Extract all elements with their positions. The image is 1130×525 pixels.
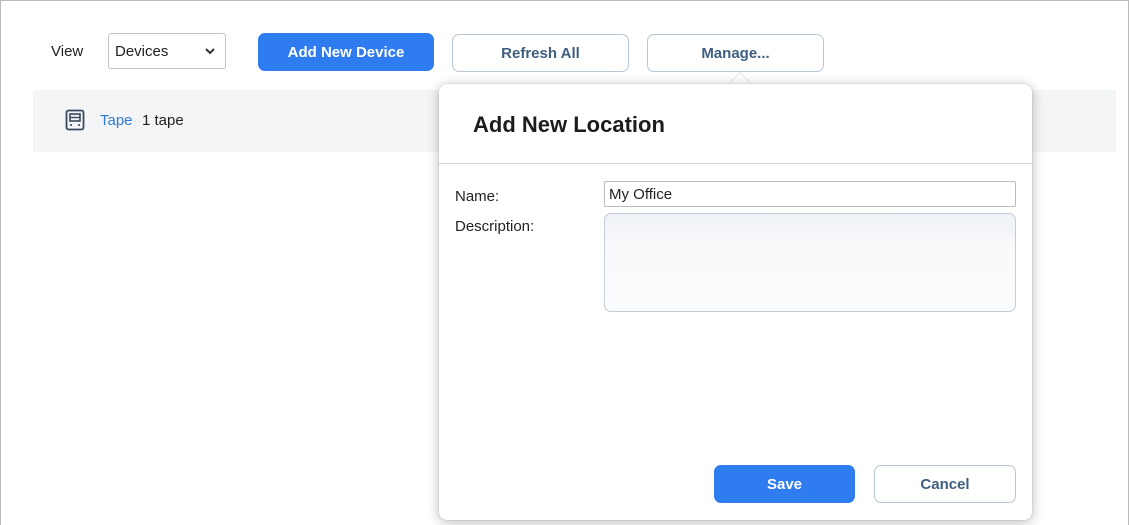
tape-device-icon [65,109,85,131]
divider [439,163,1032,164]
refresh-all-button[interactable]: Refresh All [452,34,629,72]
description-label: Description: [455,218,535,235]
add-location-popover: Add New Location Name: Description: Save… [439,84,1032,520]
name-label: Name: [455,188,500,205]
popover-title: Add New Location [473,112,665,137]
view-label: View [51,43,84,60]
main-window: View Devices Add New Device Refresh All … [0,0,1129,525]
view-select[interactable]: Devices [108,33,226,69]
add-new-device-button[interactable]: Add New Device [258,33,434,71]
device-count: 1 tape [142,112,184,129]
chevron-down-icon [205,48,215,55]
device-name-link[interactable]: Tape [100,112,133,129]
cancel-button[interactable]: Cancel [874,465,1016,503]
manage-button[interactable]: Manage... [647,34,824,72]
description-textarea[interactable] [604,213,1016,312]
save-button[interactable]: Save [714,465,855,503]
view-select-value: Devices [115,43,169,60]
name-input[interactable] [604,181,1016,207]
